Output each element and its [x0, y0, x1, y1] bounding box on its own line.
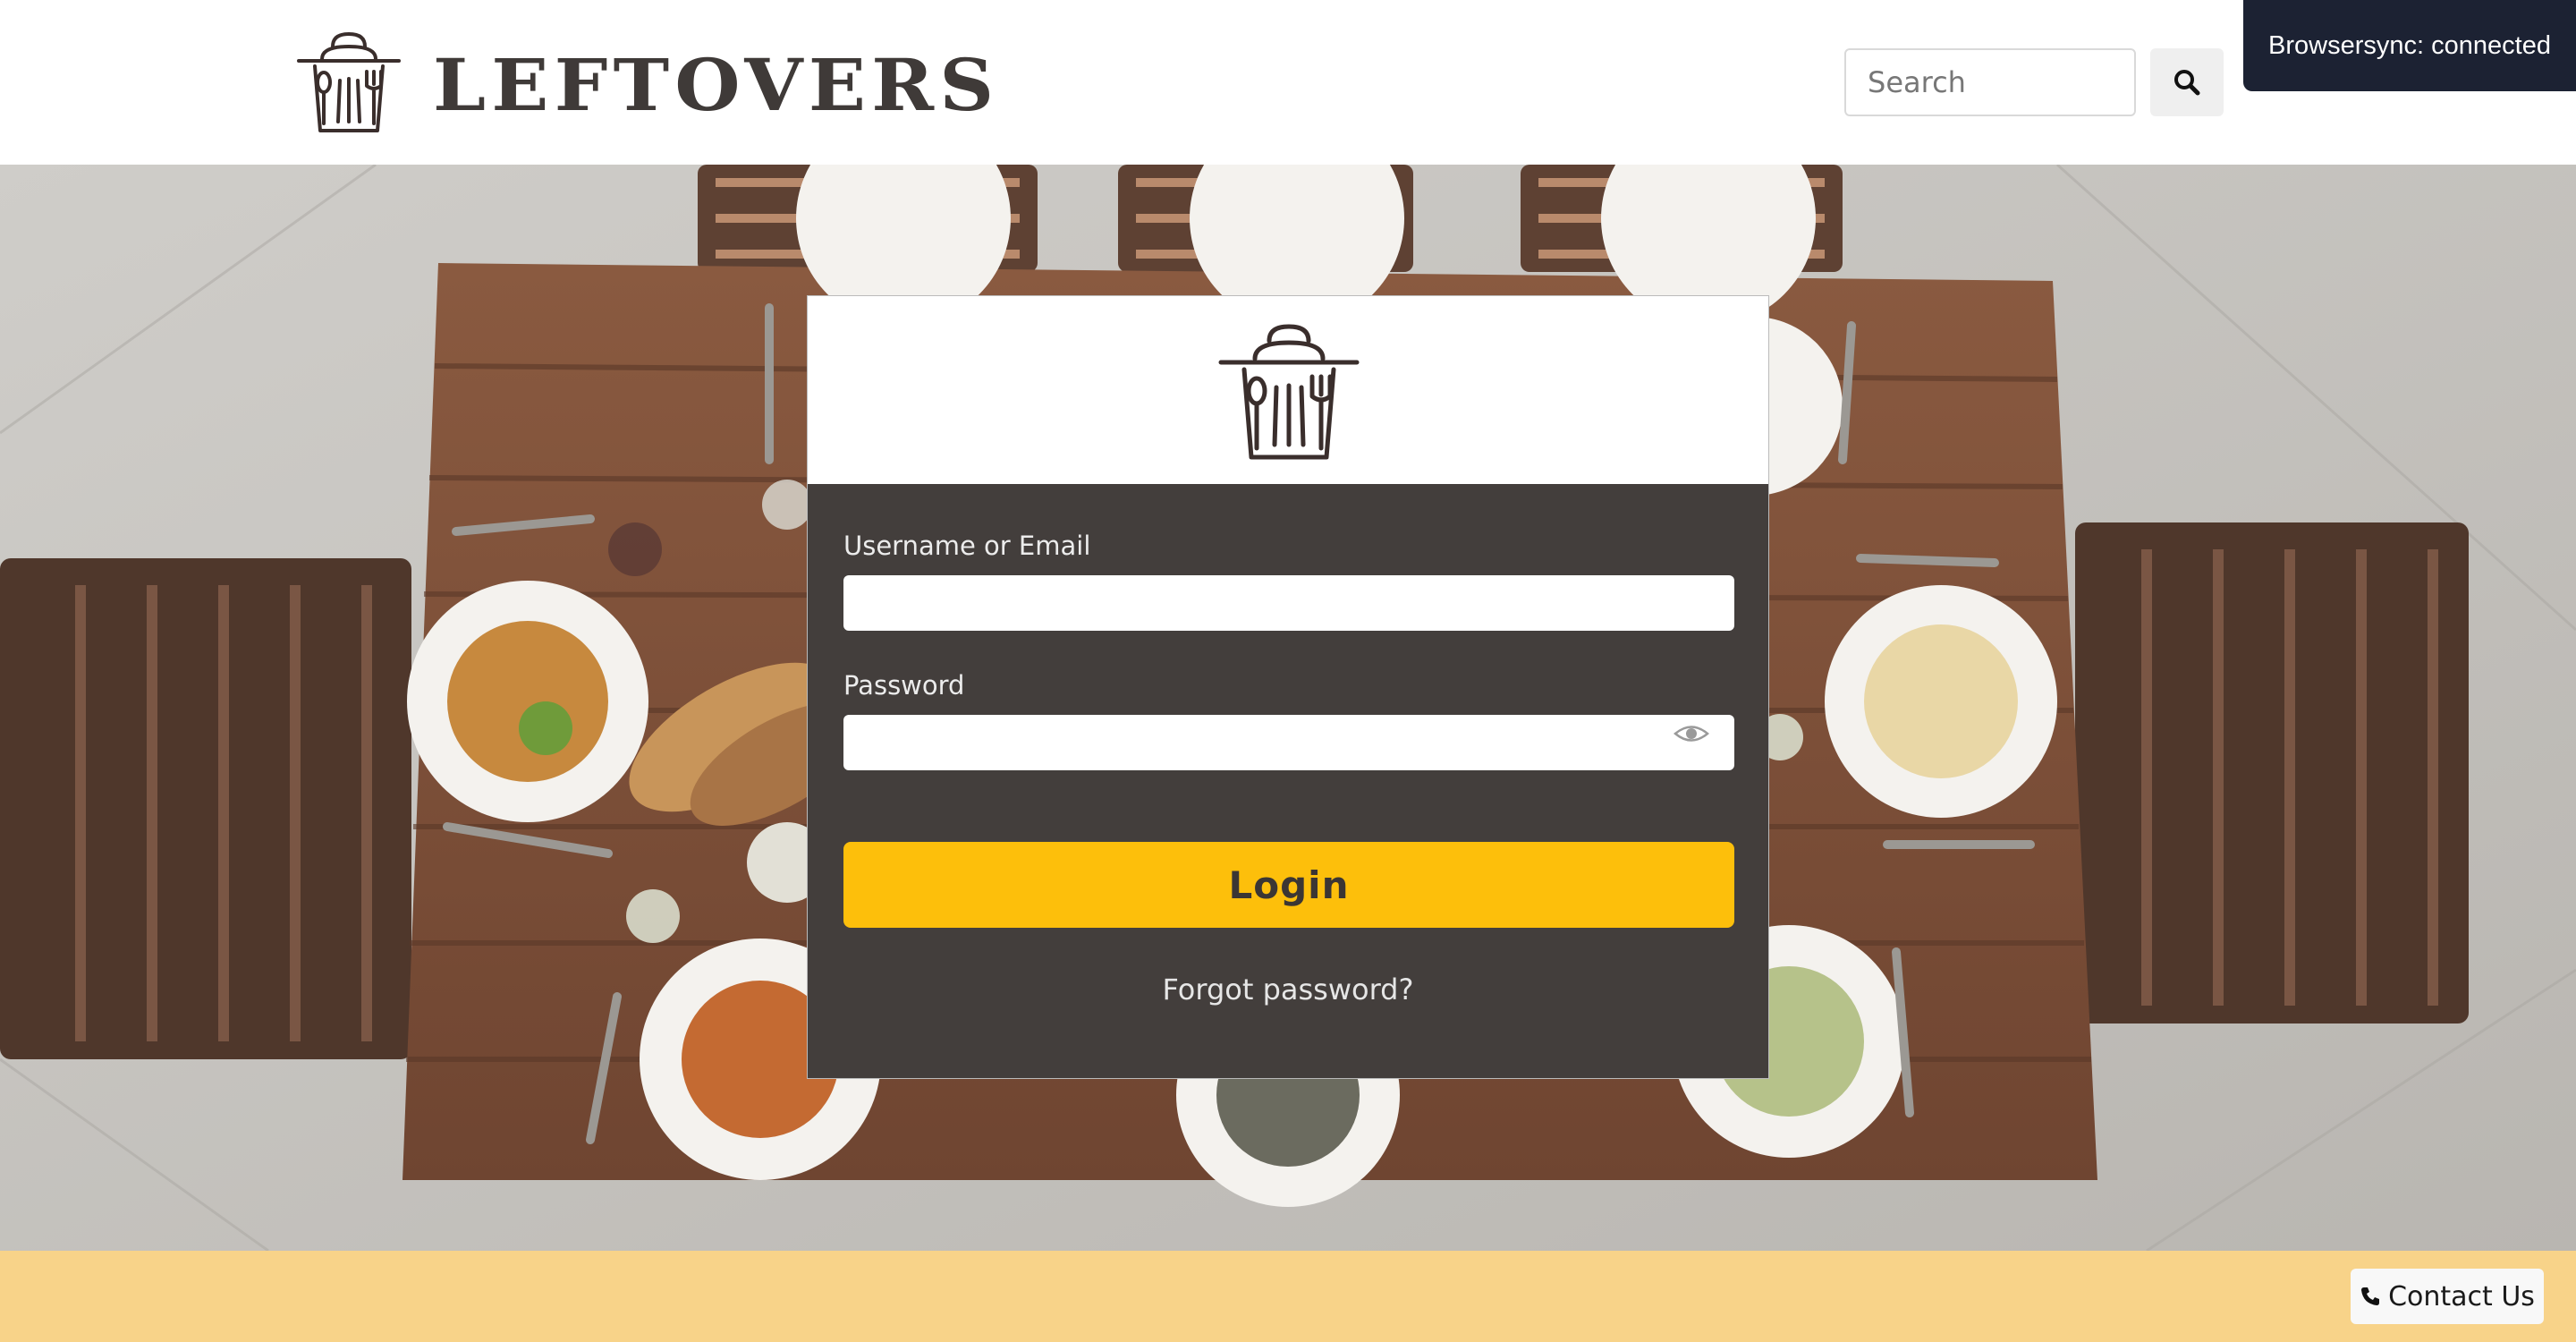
- site-footer: Contact Us: [0, 1251, 2576, 1342]
- leftovers-logo[interactable]: [295, 27, 402, 134]
- brand-title[interactable]: LEFTOVERS: [433, 36, 999, 134]
- password-label: Password: [843, 670, 965, 701]
- browsersync-notification: Browsersync: connected: [2243, 0, 2576, 91]
- login-card: Username or Email Password Login Forgot …: [807, 295, 1769, 1079]
- username-input[interactable]: [843, 575, 1734, 631]
- phone-icon: [2361, 1287, 2380, 1305]
- eye-icon[interactable]: [1674, 720, 1709, 747]
- contact-us-label: Contact Us: [2388, 1280, 2535, 1312]
- contact-us-button[interactable]: Contact Us: [2351, 1269, 2544, 1324]
- leftovers-logo-icon: [1218, 324, 1360, 460]
- site-header: LEFTOVERS: [0, 0, 2576, 165]
- search-button[interactable]: [2150, 48, 2224, 116]
- login-button[interactable]: Login: [843, 842, 1734, 928]
- search-input[interactable]: [1844, 48, 2136, 116]
- forgot-password-link[interactable]: Forgot password?: [808, 973, 1768, 1007]
- search-icon: [2174, 70, 2200, 96]
- password-input[interactable]: [843, 715, 1734, 770]
- card-header: [808, 296, 1768, 484]
- username-label: Username or Email: [843, 531, 1091, 561]
